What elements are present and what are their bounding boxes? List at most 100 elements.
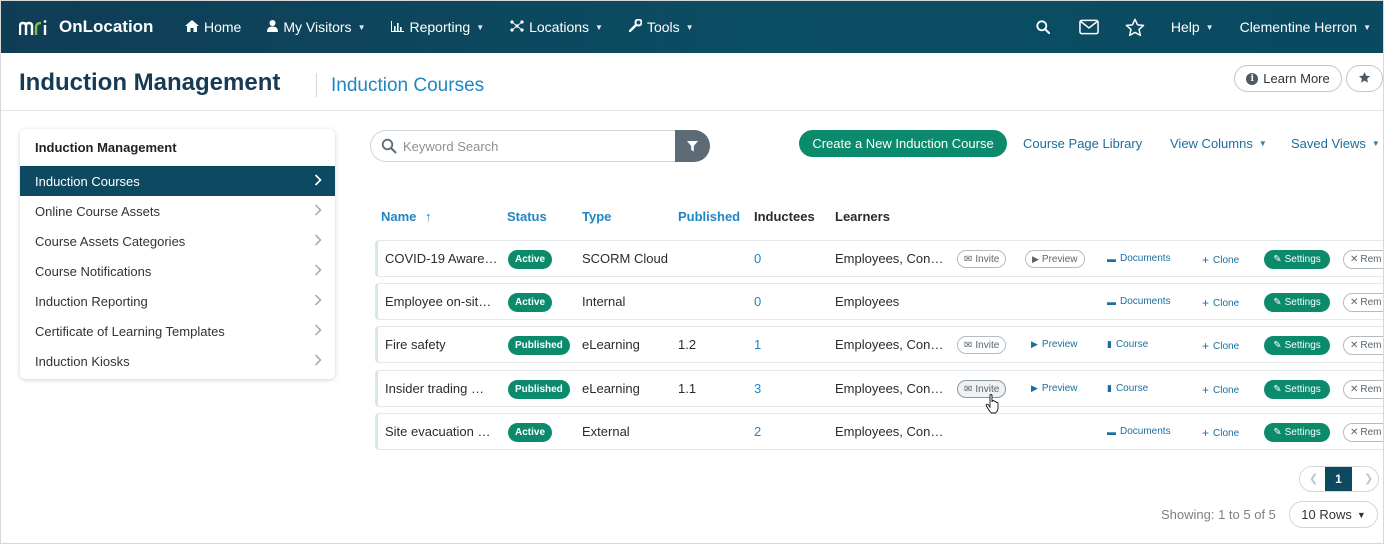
course-type: eLearning [582, 337, 640, 352]
inductees-count[interactable]: 0 [754, 251, 761, 266]
settings-button[interactable]: ✎ Settings [1264, 336, 1330, 355]
documents-link[interactable]: ▬ Documents [1107, 253, 1171, 264]
course-name[interactable]: Site evacuation … [385, 424, 491, 439]
plus-icon: + [1202, 253, 1210, 267]
create-course-button[interactable]: Create a New Induction Course [799, 130, 1007, 157]
sidebar-item-course-notifications[interactable]: Course Notifications [20, 256, 335, 286]
caret-down-icon: ▼ [595, 22, 603, 32]
settings-button[interactable]: ✎ Settings [1264, 250, 1330, 269]
user-menu[interactable]: Clementine Herron ▼ [1240, 19, 1371, 35]
course-link[interactable]: ▮ Course [1107, 383, 1148, 394]
wrench-icon [628, 18, 643, 35]
sidebar-item-induction-courses[interactable]: Induction Courses [20, 166, 335, 196]
view-columns-dropdown[interactable]: View Columns ▼ [1170, 136, 1267, 151]
brand[interactable]: OnLocation [19, 17, 185, 37]
clone-link[interactable]: + Clone [1202, 296, 1239, 310]
column-header-type[interactable]: Type [582, 209, 611, 224]
user-icon [267, 19, 279, 35]
folder-icon: ▬ [1107, 426, 1116, 437]
inductees-count[interactable]: 0 [754, 294, 761, 309]
help-menu[interactable]: Help ▼ [1171, 19, 1214, 35]
filter-icon [687, 140, 698, 151]
rows-per-page-dropdown[interactable]: 10 Rows ▼ [1289, 501, 1378, 528]
search-icon[interactable] [1033, 17, 1053, 37]
published-version: 1.2 [678, 337, 697, 352]
invite-button[interactable]: ✉ Invite [957, 250, 1007, 268]
envelope-icon: ✉ [964, 253, 973, 265]
nav-reporting[interactable]: Reporting ▼ [391, 19, 484, 35]
chevron-left-icon[interactable]: ❮ [1309, 472, 1318, 485]
remove-button[interactable]: ✕ Rem [1343, 250, 1383, 269]
column-header-inductees: Inductees [754, 209, 815, 224]
edit-icon: ✎ [1273, 297, 1282, 308]
nav-home[interactable]: Home [185, 19, 241, 35]
nav-locations[interactable]: Locations ▼ [510, 19, 603, 35]
caret-down-icon: ▼ [685, 22, 694, 32]
sidebar-item-label: Course Notifications [35, 263, 152, 279]
sidebar-item-course-assets-categories[interactable]: Course Assets Categories [20, 226, 335, 256]
course-name[interactable]: Employee on-sit… [385, 294, 491, 309]
chevron-right-icon[interactable]: ❯ [1364, 472, 1373, 485]
saved-views-dropdown[interactable]: Saved Views ▼ [1291, 136, 1380, 151]
course-link[interactable]: ▮ Course [1107, 339, 1148, 350]
network-icon [510, 19, 524, 35]
course-page-library-link[interactable]: Course Page Library [1023, 136, 1142, 151]
clone-link[interactable]: + Clone [1202, 339, 1239, 353]
preview-link[interactable]: ▶ Preview [1031, 383, 1078, 394]
close-icon: ✕ [1350, 254, 1359, 265]
preview-button[interactable]: ▶ Preview [1025, 250, 1085, 268]
play-icon: ▶ [1032, 253, 1039, 264]
filter-button[interactable] [675, 130, 710, 162]
play-icon: ▶ [1031, 339, 1038, 349]
caret-down-icon: ▼ [476, 22, 485, 32]
sidebar-item-certificate-templates[interactable]: Certificate of Learning Templates [20, 316, 335, 346]
star-icon[interactable] [1125, 17, 1145, 37]
documents-link[interactable]: ▬ Documents [1107, 426, 1171, 437]
inductees-count[interactable]: 3 [754, 381, 761, 396]
documents-link[interactable]: ▬ Documents [1107, 296, 1171, 307]
nav-tools[interactable]: Tools ▼ [628, 18, 694, 35]
clone-link[interactable]: + Clone [1202, 383, 1239, 397]
showing-count: Showing: 1 to 5 of 5 [1161, 507, 1276, 522]
sidebar-item-online-course-assets[interactable]: Online Course Assets [20, 196, 335, 226]
settings-button[interactable]: ✎ Settings [1264, 423, 1330, 442]
hand-cursor-icon [985, 394, 999, 414]
caret-down-icon: ▼ [357, 22, 366, 32]
clone-link[interactable]: + Clone [1202, 253, 1239, 267]
remove-button[interactable]: ✕ Rem [1343, 380, 1383, 399]
settings-button[interactable]: ✎ Settings [1264, 380, 1330, 399]
course-name[interactable]: COVID-19 Aware… [385, 251, 497, 266]
clone-link[interactable]: + Clone [1202, 426, 1239, 440]
inductees-count[interactable]: 1 [754, 337, 761, 352]
learn-more-button[interactable]: i Learn More [1234, 65, 1342, 92]
preview-link[interactable]: ▶ Preview [1031, 339, 1078, 350]
learners: Employees, Con… [835, 251, 944, 266]
search-input[interactable] [370, 130, 676, 162]
column-header-published[interactable]: Published [678, 209, 740, 224]
brand-name: OnLocation [59, 17, 154, 36]
nav-my-visitors[interactable]: My Visitors ▼ [267, 19, 365, 35]
column-header-status[interactable]: Status [507, 209, 547, 224]
remove-button[interactable]: ✕ Rem [1343, 293, 1383, 312]
current-page[interactable]: 1 [1325, 467, 1352, 491]
remove-label: Rem [1360, 254, 1382, 265]
course-name[interactable]: Insider trading … [385, 381, 484, 396]
sidebar-item-label: Course Assets Categories [35, 233, 186, 249]
remove-label: Rem [1360, 384, 1382, 395]
learners: Employees, Con… [835, 424, 944, 439]
inductees-count[interactable]: 2 [754, 424, 761, 439]
settings-button[interactable]: ✎ Settings [1264, 293, 1330, 312]
column-header-name[interactable]: Name ↑ [381, 209, 432, 224]
remove-button[interactable]: ✕ Rem [1343, 336, 1383, 355]
learners: Employees [835, 294, 900, 309]
chevron-right-icon [314, 174, 322, 186]
sidebar-item-induction-reporting[interactable]: Induction Reporting [20, 286, 335, 316]
invite-button[interactable]: ✉ Invite [957, 336, 1007, 354]
caret-down-icon: ▼ [1205, 22, 1214, 32]
remove-button[interactable]: ✕ Rem [1343, 423, 1383, 442]
sidebar-item-induction-kiosks[interactable]: Induction Kiosks [20, 346, 335, 376]
chevron-right-icon [315, 294, 322, 306]
favorite-button[interactable] [1346, 65, 1383, 92]
course-name[interactable]: Fire safety [385, 337, 446, 352]
mail-icon[interactable] [1079, 17, 1099, 37]
